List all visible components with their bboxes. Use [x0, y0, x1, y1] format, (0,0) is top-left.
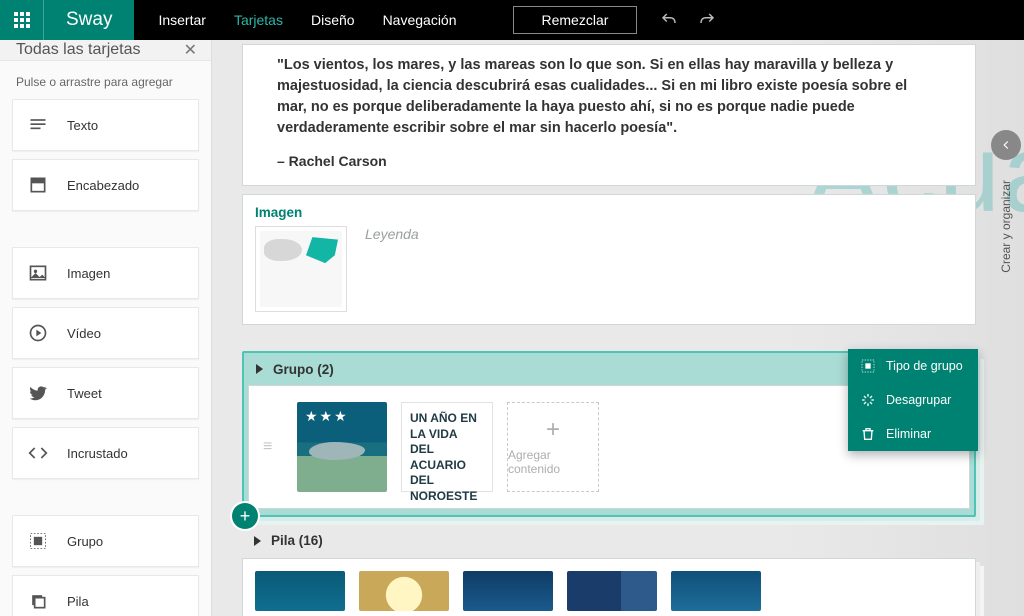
menu-navigation[interactable]: Navegación — [383, 12, 457, 28]
insert-card-button[interactable]: + — [232, 503, 258, 529]
ctx-label: Desagrupar — [886, 393, 951, 407]
twitter-icon — [27, 382, 49, 404]
top-bar: Sway Insertar Tarjetas Diseño Navegación… — [0, 0, 1024, 40]
card-type-list: Texto Encabezado Imagen Vídeo Tweet In — [0, 99, 211, 616]
card-type-label: Incrustado — [67, 446, 128, 461]
card-type-label: Imagen — [67, 266, 110, 281]
stack-title: Pila (16) — [271, 533, 323, 548]
right-rail: Crear y organizar — [988, 40, 1024, 616]
menu-cards[interactable]: Tarjetas — [234, 12, 283, 28]
group-item-title[interactable]: UN AÑO EN LA VIDA DEL ACUARIO DEL NOROES… — [401, 402, 493, 492]
history-controls — [657, 0, 719, 40]
stack-thumb[interactable] — [671, 571, 761, 611]
waffle-icon — [14, 12, 30, 28]
group-card[interactable]: Grupo (2) ≡ ★★★ UN AÑO EN LA VIDA DEL AC… — [242, 351, 976, 517]
stack-icon — [27, 590, 49, 612]
storyline: "Los vientos, los mares, y las mareas so… — [242, 40, 976, 616]
storyline-canvas[interactable]: Acuar Crear y organizar "Los vientos, lo… — [212, 40, 1024, 616]
stack-thumb[interactable] — [567, 571, 657, 611]
card-type-label: Texto — [67, 118, 98, 133]
redo-button[interactable] — [695, 8, 719, 32]
card-type-group[interactable]: Grupo — [12, 515, 199, 567]
menu-design[interactable]: Diseño — [311, 12, 355, 28]
card-type-stack[interactable]: Pila — [12, 575, 199, 616]
quote-card[interactable]: "Los vientos, los mares, y las mareas so… — [242, 44, 976, 186]
card-type-label: Grupo — [67, 534, 103, 549]
plus-icon: + — [546, 418, 560, 442]
cards-sidebar: Todas las tarjetas ✕ Pulse o arrastre pa… — [0, 40, 212, 616]
ctx-group-type[interactable]: Tipo de grupo — [848, 349, 978, 383]
card-type-video[interactable]: Vídeo — [12, 307, 199, 359]
main-area: Todas las tarjetas ✕ Pulse o arrastre pa… — [0, 40, 1024, 616]
card-type-label: Tweet — [67, 386, 102, 401]
main-menu: Insertar Tarjetas Diseño Navegación Reme… — [134, 0, 637, 40]
undo-button[interactable] — [657, 8, 681, 32]
trash-icon — [860, 426, 876, 442]
heading-icon — [27, 174, 49, 196]
card-type-label: Pila — [67, 594, 89, 609]
chevron-left-icon — [999, 138, 1013, 152]
card-type-label: Vídeo — [67, 326, 101, 341]
disclosure-icon[interactable] — [256, 364, 263, 374]
app-launcher-button[interactable] — [0, 0, 44, 40]
undo-icon — [660, 11, 678, 29]
image-card-type-label: Imagen — [255, 205, 963, 220]
card-type-embed[interactable]: Incrustado — [12, 427, 199, 479]
stack-body[interactable] — [242, 558, 976, 616]
group-title: Grupo (2) — [273, 362, 334, 377]
sidebar-header: Todas las tarjetas ✕ — [0, 40, 211, 61]
ctx-label: Tipo de grupo — [886, 359, 963, 373]
menu-insert[interactable]: Insertar — [158, 12, 205, 28]
drag-handle-icon[interactable]: ≡ — [263, 438, 274, 456]
quote-text: "Los vientos, los mares, y las mareas so… — [277, 55, 941, 139]
sidebar-hint: Pulse o arrastre para agregar — [0, 61, 211, 99]
ctx-label: Eliminar — [886, 427, 931, 441]
card-type-image[interactable]: Imagen — [12, 247, 199, 299]
card-type-label: Encabezado — [67, 178, 139, 193]
image-thumbnail[interactable] — [255, 226, 347, 312]
app-name[interactable]: Sway — [44, 0, 134, 40]
rail-label: Crear y organizar — [999, 180, 1013, 273]
group-icon — [27, 530, 49, 552]
group-context-menu: Tipo de grupo Desagrupar Eliminar — [848, 349, 978, 451]
stack-thumb[interactable] — [463, 571, 553, 611]
stack-header[interactable]: Pila (16) — [242, 529, 976, 552]
ungroup-icon — [860, 392, 876, 408]
card-type-heading[interactable]: Encabezado — [12, 159, 199, 211]
menu-remix[interactable]: Remezclar — [513, 6, 638, 34]
add-content-label: Agregar contenido — [508, 448, 598, 476]
redo-icon — [698, 11, 716, 29]
stack-thumb[interactable] — [255, 571, 345, 611]
collapse-rail-button[interactable] — [991, 130, 1021, 160]
quote-author: – Rachel Carson — [277, 153, 941, 169]
group-item-image[interactable]: ★★★ — [297, 402, 387, 492]
image-caption-placeholder[interactable]: Leyenda — [365, 226, 419, 242]
ctx-delete[interactable]: Eliminar — [848, 417, 978, 451]
video-icon — [27, 322, 49, 344]
sidebar-close-button[interactable]: ✕ — [184, 40, 197, 60]
image-icon — [27, 262, 49, 284]
card-type-tweet[interactable]: Tweet — [12, 367, 199, 419]
embed-icon — [27, 442, 49, 464]
sidebar-title: Todas las tarjetas — [16, 41, 141, 59]
disclosure-icon[interactable] — [254, 536, 261, 546]
text-icon — [27, 114, 49, 136]
emphasis-stars-icon: ★★★ — [305, 408, 349, 425]
card-type-text[interactable]: Texto — [12, 99, 199, 151]
ctx-ungroup[interactable]: Desagrupar — [848, 383, 978, 417]
stack-thumb[interactable] — [359, 571, 449, 611]
add-content-button[interactable]: + Agregar contenido — [507, 402, 599, 492]
image-card[interactable]: Imagen Leyenda — [242, 194, 976, 325]
group-type-icon — [860, 358, 876, 374]
